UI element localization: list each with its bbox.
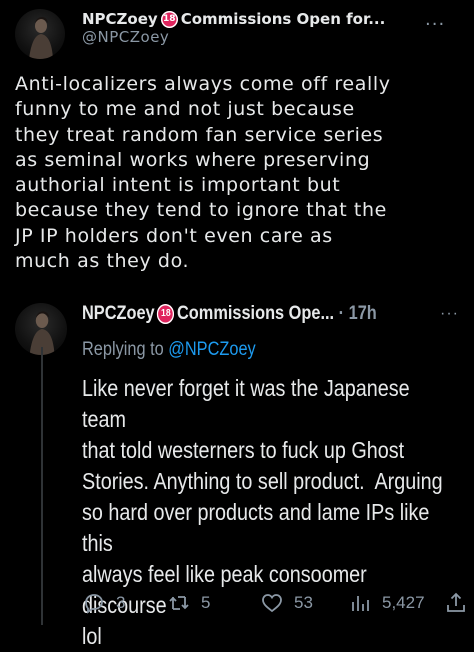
reply-icon (85, 594, 103, 614)
author-name[interactable]: NPCZoey 18 Commissions Ope... · 17h (82, 303, 377, 325)
retweet-count: 5 (201, 593, 211, 612)
views-icon (352, 596, 369, 611)
retweet-button[interactable]: 5 (167, 591, 210, 615)
action-bar: 3 5 53 5,427 (82, 591, 472, 617)
display-name[interactable]: NPCZoey (82, 303, 155, 324)
display-name-suffix[interactable]: Commissions Ope... (177, 303, 334, 324)
share-icon (447, 592, 465, 612)
age-badge-icon: 18 (160, 11, 178, 28)
thread-line (41, 347, 43, 625)
avatar-figure-icon (29, 17, 53, 59)
timestamp[interactable]: · 17h (339, 303, 377, 324)
views-button[interactable]: 5,427 (348, 591, 425, 615)
author-name[interactable]: NPCZoey 18 Commissions Open for... (82, 10, 412, 28)
more-options-button[interactable]: ··· (440, 305, 459, 323)
tweet-header: NPCZoey 18 Commissions Open for... @NPCZoe… (82, 10, 412, 46)
avatar[interactable] (15, 9, 65, 59)
replying-to: Replying to @NPCZoey (82, 339, 256, 361)
author-handle[interactable]: @NPCZoey (82, 28, 412, 46)
display-name[interactable]: NPCZoey (82, 10, 158, 28)
view-count: 5,427 (382, 593, 425, 612)
reply-button[interactable]: 3 (82, 591, 125, 615)
tweet-header: NPCZoey 18 Commissions Ope... · 17h (82, 303, 462, 325)
reply-tweet[interactable]: NPCZoey 18 Commissions Ope... · 17h ··· Re… (0, 295, 474, 649)
like-button[interactable]: 53 (260, 591, 313, 615)
age-badge-icon: 18 (157, 303, 175, 324)
heart-icon (262, 594, 282, 613)
display-name-suffix[interactable]: Commissions Open for... (181, 10, 386, 28)
share-button[interactable] (444, 591, 468, 615)
tweet-text: Anti-localizers always come off really f… (15, 73, 391, 273)
like-count: 53 (294, 593, 313, 612)
replying-to-handle-link[interactable]: @NPCZoey (168, 339, 255, 360)
more-options-button[interactable]: ··· (425, 14, 445, 35)
reply-count: 3 (116, 593, 126, 612)
replying-to-label: Replying to (82, 339, 169, 360)
retweet-icon (169, 596, 189, 610)
